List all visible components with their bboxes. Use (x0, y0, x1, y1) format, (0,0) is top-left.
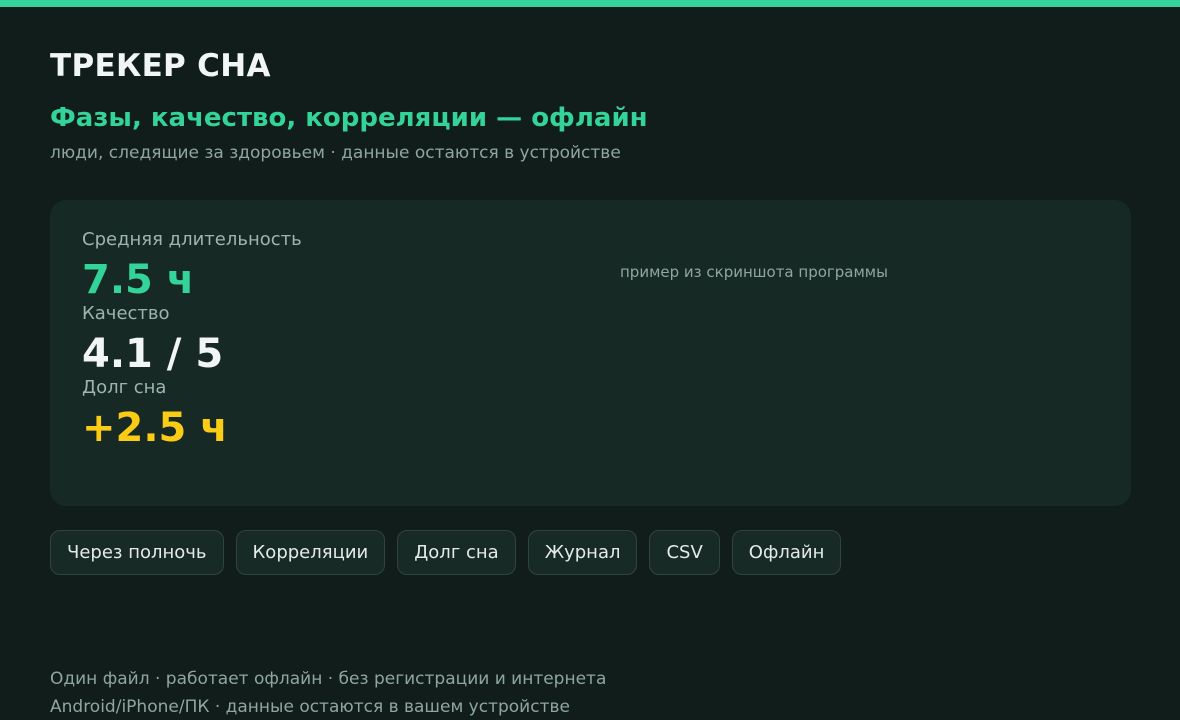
stat-value-sleep-debt: +2.5 ч (82, 405, 228, 451)
top-accent-bar (0, 0, 1180, 7)
chip-journal[interactable]: Журнал (527, 530, 638, 575)
feature-chips: Через полночь Корреляции Долг сна Журнал… (50, 530, 842, 575)
app-title: ТРЕКЕР СНА (50, 48, 271, 84)
app-subtitle: Фазы, качество, корреляции — офлайн (50, 103, 648, 133)
stats-card: Средняя длительность 7.5 ч Качество 4.1 … (50, 200, 1131, 506)
stat-label-duration: Средняя длительность (82, 229, 302, 250)
card-note: пример из скриншота программы (620, 263, 888, 281)
chip-correlations[interactable]: Корреляции (235, 530, 386, 575)
stat-label-quality: Качество (82, 303, 170, 324)
stat-label-sleep-debt: Долг сна (82, 377, 167, 398)
footer-line-1: Один файл · работает офлайн · без регист… (50, 669, 607, 689)
chip-csv[interactable]: CSV (649, 530, 720, 575)
stat-value-duration: 7.5 ч (82, 257, 195, 303)
chip-offline[interactable]: Офлайн (731, 530, 842, 575)
app-tagline: люди, следящие за здоровьем · данные ост… (50, 143, 621, 163)
chip-sleep-debt[interactable]: Долг сна (397, 530, 516, 575)
footer-line-2: Android/iPhone/ПК · данные остаются в ва… (50, 697, 570, 717)
stat-value-quality: 4.1 / 5 (82, 331, 224, 377)
chip-past-midnight[interactable]: Через полночь (50, 530, 224, 575)
